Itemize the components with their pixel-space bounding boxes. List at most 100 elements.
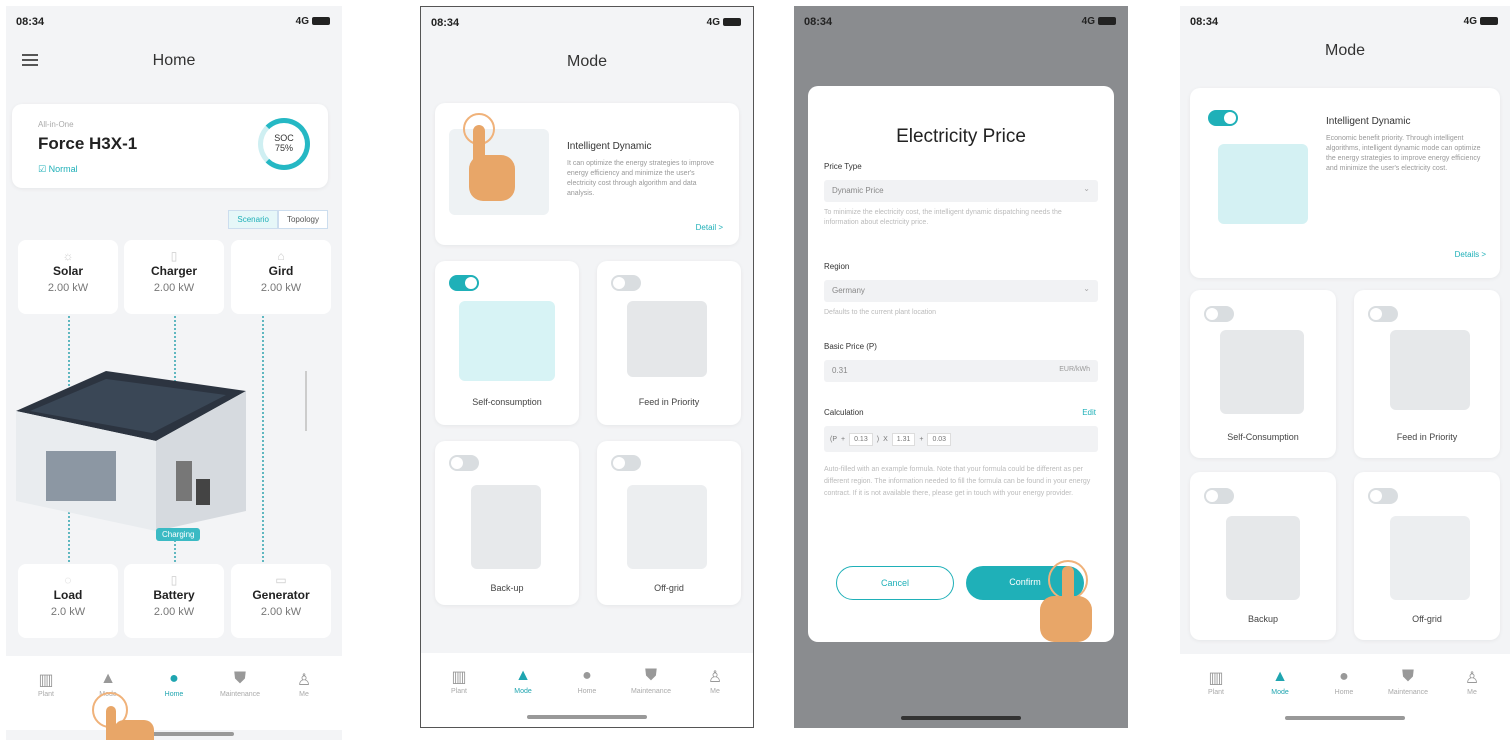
soc-value: 75% <box>274 143 293 153</box>
tab-plant[interactable]: ▥ Plant <box>16 670 76 698</box>
tab-me[interactable]: ♙ Me <box>274 670 334 698</box>
intelligent-dynamic-card[interactable]: Intelligent Dynamic It can optimize the … <box>435 103 739 245</box>
formula-part: X <box>883 435 888 443</box>
formula-value[interactable]: 0.03 <box>927 432 952 446</box>
tab-maintenance[interactable]: ⛊ Maintenance <box>621 667 681 695</box>
formula-value[interactable]: 1.31 <box>891 432 916 446</box>
self-consumption-toggle[interactable] <box>449 275 479 291</box>
status-bar: 08:34 4G <box>794 16 1128 34</box>
tab-maintenance[interactable]: ⛊ Maintenance <box>1378 668 1438 696</box>
tab-label: Plant <box>1208 689 1224 696</box>
tab-me[interactable]: ♙ Me <box>685 667 745 695</box>
region-select[interactable]: Germany ⌄ <box>824 280 1098 302</box>
battery-pack-icon <box>471 485 541 569</box>
offgrid-toggle[interactable] <box>611 455 641 471</box>
home-indicator <box>527 715 647 719</box>
mode-card-backup[interactable]: Back-up <box>435 441 579 605</box>
mode-card-offgrid[interactable]: Off-grid <box>1354 472 1500 640</box>
backup-toggle[interactable] <box>1204 488 1234 504</box>
basic-price-input[interactable]: 0.31 EUR/kWh <box>824 360 1098 382</box>
basic-price-label: Basic Price (P) <box>824 342 877 351</box>
mode-label: Backup <box>1247 614 1279 624</box>
solar-panel-icon <box>1390 330 1470 410</box>
plug-icon <box>1220 330 1304 414</box>
details-link[interactable]: Details > <box>1455 250 1486 259</box>
user-icon: ♙ <box>1464 670 1480 687</box>
formula-part: ) <box>876 435 880 443</box>
basic-price-unit: EUR/kWh <box>1059 366 1090 373</box>
card-title: Intelligent Dynamic <box>567 141 652 152</box>
tile-charger[interactable]: ▯ Charger 2.00 kW <box>124 240 224 314</box>
tile-battery[interactable]: ▯ Battery 2.00 kW <box>124 564 224 638</box>
house-illustration <box>16 371 307 531</box>
tile-grid[interactable]: ⌂ Gird 2.00 kW <box>231 240 331 314</box>
device-status-label: Normal <box>48 164 78 174</box>
mode-card-feed-in[interactable]: Feed in Priority <box>597 261 741 425</box>
mode-icon: ▲ <box>100 670 116 687</box>
user-icon: ♙ <box>707 669 723 686</box>
tab-label: Mode <box>514 688 532 695</box>
calculation-formula: (P + 0.13 ) X 1.31 + 0.03 <box>824 426 1098 452</box>
mode-card-offgrid[interactable]: Off-grid <box>597 441 741 605</box>
cancel-button[interactable]: Cancel <box>836 566 954 600</box>
home-icon: ● <box>1339 668 1349 685</box>
edit-link[interactable]: Edit <box>1082 408 1096 417</box>
price-type-hint: To minimize the electricity cost, the in… <box>824 209 1062 226</box>
mode-card-feed-in[interactable]: Feed in Priority <box>1354 290 1500 458</box>
tile-value: 2.00 kW <box>153 606 195 618</box>
device-card[interactable]: All-in-One Force H3X-1 ☑ Normal SOC 75% <box>12 104 328 188</box>
tab-plant[interactable]: ▥ Plant <box>429 667 489 695</box>
load-icon: ◌ <box>64 573 72 587</box>
mode-label: Off-grid <box>654 583 684 593</box>
shield-icon: ⛊ <box>644 667 657 684</box>
tile-value: 2.0 kW <box>50 606 86 618</box>
tab-mode[interactable]: ▲ Mode <box>493 667 553 695</box>
battery-icon <box>312 17 330 26</box>
tile-value: 2.00 kW <box>153 282 195 294</box>
feed-in-toggle[interactable] <box>1368 306 1398 322</box>
offgrid-icon <box>1390 516 1470 600</box>
mode-card-self-consumption[interactable]: Self-consumption <box>435 261 579 425</box>
detail-link[interactable]: Detail > <box>696 223 723 232</box>
tab-plant[interactable]: ▥ Plant <box>1186 668 1246 696</box>
tab-scenario[interactable]: Scenario <box>228 210 278 229</box>
intelligent-dynamic-toggle[interactable] <box>1208 110 1238 126</box>
backup-toggle[interactable] <box>449 455 479 471</box>
tab-me[interactable]: ♙ Me <box>1442 668 1502 696</box>
intelligent-dynamic-card[interactable]: Intelligent Dynamic Economic benefit pri… <box>1190 88 1500 278</box>
tile-label: Load <box>53 588 83 602</box>
feed-in-toggle[interactable] <box>611 275 641 291</box>
home-icon: ● <box>582 667 592 684</box>
tile-load[interactable]: ◌ Load 2.0 kW <box>18 564 118 638</box>
formula-part: + <box>841 435 846 443</box>
price-dialog-screen: 08:34 4G Electricity Price Price Type Dy… <box>794 6 1128 728</box>
tab-bar: ▥ Plant ▲ Mode ● Home ⛊ Maintenance ♙ Me <box>6 656 342 730</box>
soc-gauge: SOC 75% <box>258 118 310 170</box>
formula-value[interactable]: 0.13 <box>849 432 873 446</box>
tile-label: Charger <box>150 264 197 278</box>
charger-icon: ▯ <box>170 249 178 263</box>
tile-solar[interactable]: ☼ Solar 2.00 kW <box>18 240 118 314</box>
plant-icon: ▥ <box>451 669 467 686</box>
plant-icon: ▥ <box>1208 670 1224 687</box>
mode-card-backup[interactable]: Backup <box>1190 472 1336 640</box>
tile-generator[interactable]: ▭ Generator 2.00 kW <box>231 564 331 638</box>
home-icon: ● <box>169 670 179 687</box>
tab-home[interactable]: ● Home <box>557 667 617 695</box>
network-label: 4G <box>295 16 309 27</box>
dialog-title: Electricity Price <box>896 126 1026 147</box>
tab-maintenance[interactable]: ⛊ Maintenance <box>210 670 270 698</box>
status-bar: 08:34 4G <box>1180 16 1510 34</box>
price-type-select[interactable]: Dynamic Price ⌄ <box>824 180 1098 202</box>
page-title: Mode <box>566 53 608 70</box>
tab-mode[interactable]: ▲ Mode <box>1250 668 1310 696</box>
self-consumption-toggle[interactable] <box>1204 306 1234 322</box>
price-type-label: Price Type <box>824 162 862 171</box>
tab-label: Maintenance <box>630 688 672 695</box>
card-title: Intelligent Dynamic <box>1326 116 1411 127</box>
tab-home[interactable]: ● Home <box>144 670 204 698</box>
tab-topology[interactable]: Topology <box>277 210 328 229</box>
mode-card-self-consumption[interactable]: Self-Consumption <box>1190 290 1336 458</box>
tab-home[interactable]: ● Home <box>1314 668 1374 696</box>
offgrid-toggle[interactable] <box>1368 488 1398 504</box>
